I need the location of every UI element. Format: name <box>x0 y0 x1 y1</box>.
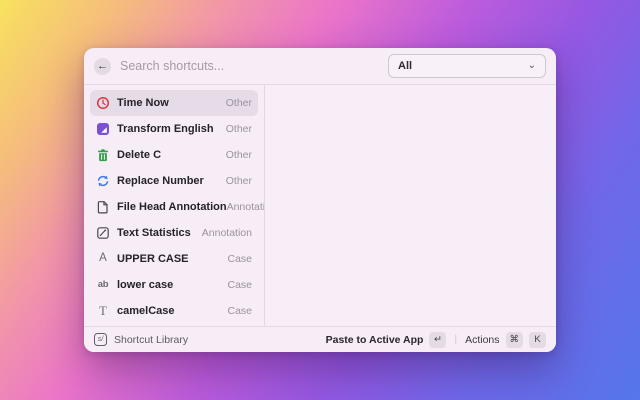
list-item[interactable]: Delete C Other <box>90 142 258 168</box>
k-key-icon[interactable]: K <box>529 331 546 348</box>
footer-actions-divider: | <box>454 334 458 345</box>
list-item-title: Transform English <box>117 123 214 135</box>
list-item-title: camelCase <box>117 305 175 317</box>
list-item[interactable]: File Head Annotation Annotation <box>90 194 277 220</box>
list-item-category: Other <box>225 149 252 161</box>
actions-menu-button[interactable]: Actions <box>465 334 499 346</box>
command-key-icon[interactable]: ⌘ <box>505 331 523 348</box>
list-item-category: Case <box>227 253 252 265</box>
footer-actions: Paste to Active App ↵ | Actions ⌘ K <box>326 331 546 348</box>
footer-app-name: Shortcut Library <box>114 333 189 346</box>
list-item-title: UPPER CASE <box>117 253 189 265</box>
list-item-title: lower case <box>117 279 174 291</box>
list-item-category: Other <box>225 175 252 187</box>
footer: s/ Shortcut Library Paste to Active App … <box>84 326 556 352</box>
list-item-category: Other <box>225 123 252 135</box>
list-item-title: Time Now <box>117 97 169 109</box>
trash-icon <box>96 148 110 162</box>
clock-icon <box>96 96 110 110</box>
header: ← All ⌄ <box>84 48 556 85</box>
refresh-arrows-icon <box>96 174 110 188</box>
main-content: Time Now Other Transform English Other Delet… <box>84 85 556 326</box>
list-item-category: Case <box>227 305 252 317</box>
chevron-down-icon: ⌄ <box>527 59 536 71</box>
letter-a-icon: A <box>99 252 107 265</box>
list-item[interactable]: Replace Number Other <box>90 168 258 194</box>
filter-dropdown[interactable]: All ⌄ <box>388 54 546 78</box>
chart-icon <box>96 226 110 240</box>
list-item-title: Text Statistics <box>117 227 191 239</box>
list-item[interactable]: Text Statistics Annotation <box>90 220 258 246</box>
back-arrow-icon: ← <box>97 59 108 72</box>
detail-panel <box>264 85 556 326</box>
paste-to-active-app-action[interactable]: Paste to Active App <box>326 334 424 346</box>
document-icon <box>96 200 110 214</box>
letter-t-icon: T <box>99 303 107 318</box>
filter-dropdown-value: All <box>398 60 413 72</box>
letters-ab-icon: ab <box>97 279 109 291</box>
list-item-category: Annotation <box>201 227 252 239</box>
shortcut-library-window: ← All ⌄ Time Now Other Transform English Ot… <box>84 48 556 352</box>
list-item[interactable]: Time Now Other <box>90 90 258 116</box>
list-item[interactable]: A UPPER CASE Case <box>90 246 258 272</box>
shortcut-library-app-icon: s/ <box>94 333 107 346</box>
back-button[interactable]: ← <box>94 57 111 75</box>
list-item-category: Case <box>227 279 252 291</box>
shortcut-list: Time Now Other Transform English Other Delet… <box>84 85 277 326</box>
list-item-title: File Head Annotation <box>117 201 227 213</box>
list-item-title: Delete C <box>117 149 162 161</box>
list-item-category: Other <box>225 97 252 109</box>
list-item[interactable]: TcamelCase Case <box>90 298 258 324</box>
panel-divider <box>264 85 265 326</box>
return-key-icon[interactable]: ↵ <box>429 331 447 348</box>
search-input[interactable] <box>120 59 388 73</box>
list-item[interactable]: Transform English Other <box>90 116 258 142</box>
list-item-title: Replace Number <box>117 175 204 187</box>
list-item[interactable]: ab lower case Case <box>90 272 258 298</box>
transform-icon <box>96 122 110 136</box>
